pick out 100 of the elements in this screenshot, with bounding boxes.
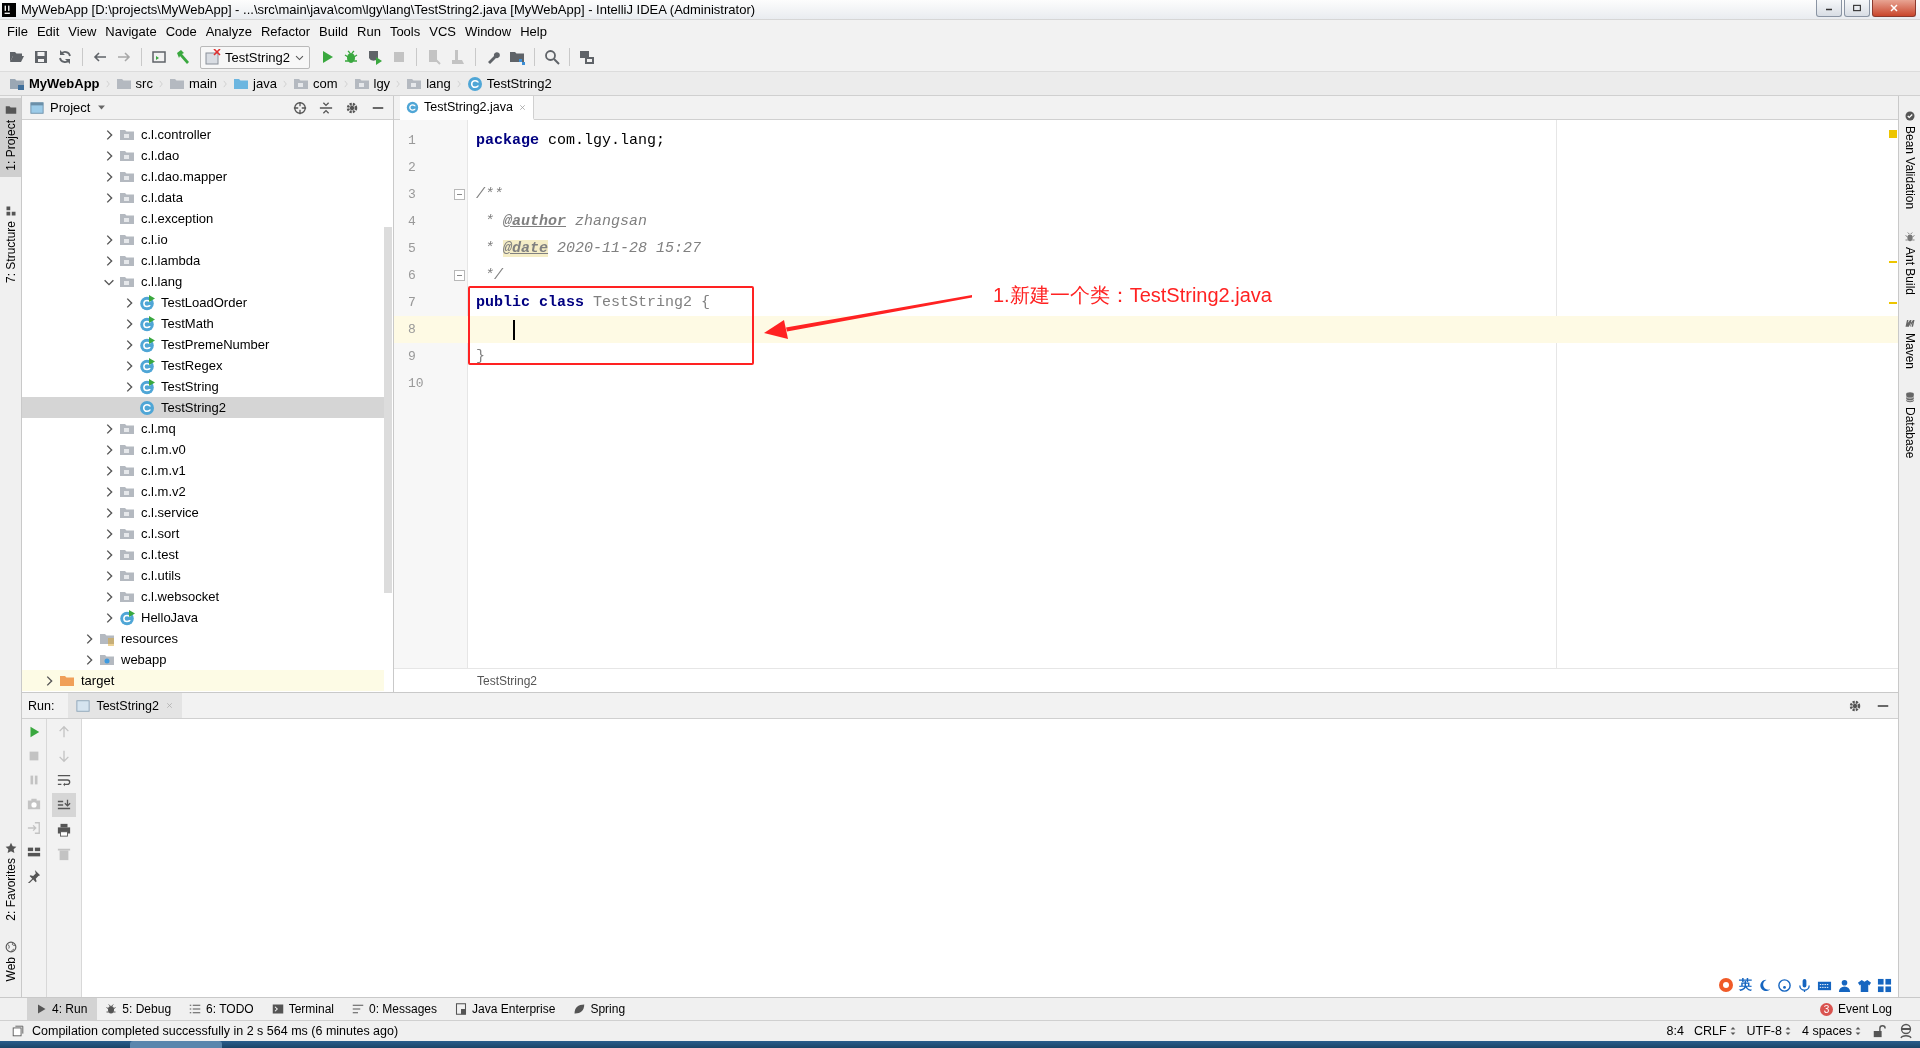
tree-item[interactable]: c.l.websocket	[22, 586, 384, 607]
sync-icon[interactable]	[57, 49, 73, 65]
menu-item[interactable]: VCS	[424, 24, 460, 39]
breadcrumb-item[interactable]: main	[188, 76, 218, 91]
tree-item[interactable]: c.l.m.v1	[22, 460, 384, 481]
inspector-icon[interactable]	[1898, 1023, 1914, 1039]
tree-item[interactable]: c.l.m.v2	[22, 481, 384, 502]
tree-item[interactable]: c.l.dao	[22, 145, 384, 166]
close-button[interactable]	[1872, 0, 1916, 17]
tree-item[interactable]: TestRegex	[22, 355, 384, 376]
tool-window-tab[interactable]: Terminal	[263, 998, 344, 1020]
tree-item[interactable]: TestLoadOrder	[22, 292, 384, 313]
collapse-all-icon[interactable]	[319, 100, 333, 115]
grid-icon[interactable]	[1877, 977, 1892, 993]
tree-item[interactable]: c.l.m.v0	[22, 439, 384, 460]
pin-icon[interactable]	[27, 869, 41, 883]
tree-item[interactable]: c.l.mq	[22, 418, 384, 439]
breadcrumb-item[interactable]: lang	[426, 76, 451, 91]
breadcrumb-item[interactable]: src	[135, 76, 153, 91]
menu-item[interactable]: Analyze	[200, 24, 256, 39]
tool-window-tab[interactable]: Spring	[565, 998, 636, 1020]
breadcrumb-item[interactable]: java	[253, 76, 277, 91]
menu-item[interactable]: Navigate	[100, 24, 161, 39]
tree-item[interactable]: c.l.data	[22, 187, 384, 208]
fold-icon[interactable]	[454, 270, 465, 281]
tree-item[interactable]: TestString2	[22, 397, 384, 418]
tool-window-tab[interactable]: 4: Run	[27, 998, 98, 1020]
locate-icon[interactable]	[293, 100, 307, 115]
tool-window-tab[interactable]: 6: TODO	[181, 998, 264, 1020]
tool-window-tab[interactable]: Bean Validation	[1899, 110, 1920, 210]
settings-icon[interactable]	[1848, 698, 1862, 713]
hammer-icon[interactable]	[175, 49, 191, 65]
breadcrumb-item[interactable]: MyWebApp	[29, 76, 100, 91]
debug-icon[interactable]	[343, 49, 360, 65]
encoding-selector[interactable]: UTF-8	[1746, 1024, 1792, 1038]
menu-item[interactable]: Build	[314, 24, 352, 39]
menu-item[interactable]: File	[2, 24, 32, 39]
tree-item[interactable]: c.l.controller	[22, 124, 384, 145]
menu-item[interactable]: View	[63, 24, 101, 39]
tree-item[interactable]: TestMath	[22, 313, 384, 334]
input-method-logo-icon[interactable]	[1718, 977, 1734, 993]
tool-window-tab[interactable]: 7: Structure	[0, 198, 21, 289]
coverage-icon[interactable]	[367, 49, 384, 65]
tool-window-tab[interactable]: Java Enterprise	[447, 998, 566, 1020]
tool-window-tab[interactable]: Web	[0, 934, 21, 987]
tree-item[interactable]: c.l.test	[22, 544, 384, 565]
caret-position[interactable]: 8:4	[1666, 1024, 1684, 1038]
menu-item[interactable]: Run	[352, 24, 385, 39]
tool-window-tab[interactable]: Ant Build	[1899, 231, 1920, 296]
scrollbar-thumb[interactable]	[384, 227, 392, 593]
run-tab[interactable]: TestString2	[68, 693, 182, 718]
print-icon[interactable]	[57, 823, 71, 837]
menu-item[interactable]: Tools	[384, 24, 425, 39]
breadcrumb-item[interactable]: TestString2	[486, 76, 552, 91]
menu-item[interactable]: Help	[515, 24, 551, 39]
tree-item[interactable]: c.l.exception	[22, 208, 384, 229]
punctuation-icon[interactable]	[1777, 977, 1792, 993]
status-toggle-icon[interactable]	[11, 1024, 25, 1038]
line-separator-selector[interactable]: CRLF	[1693, 1024, 1737, 1038]
menu-item[interactable]: Refactor	[255, 24, 315, 39]
editor-tab[interactable]: TestString2.java	[400, 96, 534, 120]
tree-item[interactable]: c.l.utils	[22, 565, 384, 586]
tool-window-tab[interactable]: Maven	[1899, 317, 1920, 370]
scroll-to-end-icon[interactable]	[57, 798, 71, 812]
search-icon[interactable]	[544, 49, 561, 65]
tree-item[interactable]: webapp	[22, 649, 384, 670]
breadcrumb-item[interactable]: com	[312, 76, 338, 91]
save-icon[interactable]	[33, 49, 49, 65]
menu-item[interactable]: Window	[459, 24, 516, 39]
shirt-icon[interactable]	[1857, 977, 1872, 993]
tree-item[interactable]: TestPremeNumber	[22, 334, 384, 355]
project-structure-icon[interactable]	[509, 49, 526, 65]
tree-item[interactable]: c.l.service	[22, 502, 384, 523]
tree-item[interactable]: c.l.lambda	[22, 250, 384, 271]
fold-icon[interactable]	[454, 189, 465, 200]
tool-window-tab[interactable]: Database	[1899, 391, 1920, 459]
window-icon[interactable]	[151, 49, 167, 65]
layout-icon[interactable]	[27, 845, 41, 859]
open-folder-icon[interactable]	[9, 49, 25, 65]
tree-item[interactable]: HelloJava	[22, 607, 384, 628]
tree-item[interactable]: c.l.io	[22, 229, 384, 250]
event-log-tab[interactable]: Event Log	[1837, 1002, 1892, 1016]
settings-icon[interactable]	[345, 100, 359, 115]
tree-item[interactable]: c.l.lang	[22, 271, 384, 292]
tool-window-tab[interactable]: 2: Favorites	[0, 835, 21, 927]
breadcrumb-item[interactable]: lgy	[373, 76, 391, 91]
tree-item[interactable]: c.l.dao.mapper	[22, 166, 384, 187]
menu-item[interactable]: Edit	[31, 24, 64, 39]
moon-icon[interactable]	[1757, 977, 1772, 993]
editor-breadcrumb[interactable]: TestString2	[477, 673, 538, 688]
menu-item[interactable]: Code	[160, 24, 201, 39]
tool-window-tab[interactable]: 5: Debug	[97, 998, 182, 1020]
tree-item[interactable]: target	[22, 670, 384, 691]
lock-icon[interactable]	[1872, 1024, 1886, 1038]
tree-item[interactable]: TestString	[22, 376, 384, 397]
person-icon[interactable]	[1837, 977, 1852, 993]
tree-item[interactable]: c.l.sort	[22, 523, 384, 544]
tree-item[interactable]: resources	[22, 628, 384, 649]
plugin-icon[interactable]	[579, 49, 596, 65]
soft-wrap-icon[interactable]	[57, 773, 71, 787]
